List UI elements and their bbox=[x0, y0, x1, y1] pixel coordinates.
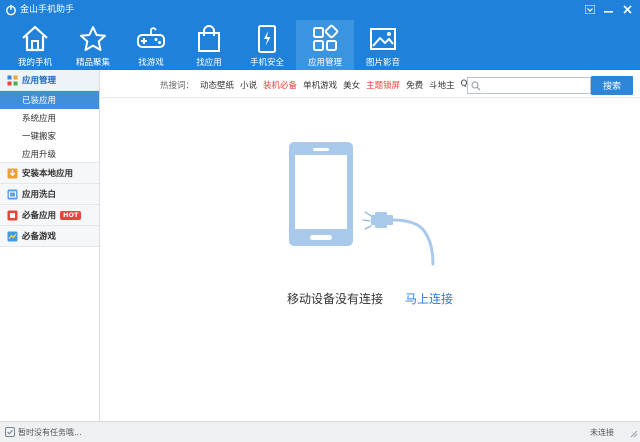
hot-word-link[interactable]: 斗地主 bbox=[429, 79, 455, 91]
tab-label: 手机安全 bbox=[249, 58, 284, 68]
sidebar-item-label: 已装应用 bbox=[22, 96, 57, 106]
search-bar: 热搜词： 动态壁纸 小说 装机必备 单机游戏 美女 主题锁屏 免费 斗地主 QQ… bbox=[100, 70, 640, 98]
app-logo-icon bbox=[6, 4, 16, 16]
hot-word-link[interactable]: 单机游戏 bbox=[303, 79, 337, 91]
tab-label: 我的手机 bbox=[17, 58, 52, 68]
sidebar-item-one-key-move[interactable]: 一键搬家 bbox=[0, 127, 99, 145]
main-toolbar: 我的手机 精品聚集 找游戏 找应用 手机安全 应用管理 图片影音 bbox=[6, 20, 412, 70]
minimize-icon bbox=[604, 10, 613, 13]
title-bar[interactable]: 金山手机助手 bbox=[0, 0, 640, 20]
gamepad-icon bbox=[137, 27, 165, 48]
hot-words-label: 热搜词： bbox=[160, 81, 195, 91]
hot-word-link[interactable]: 主题锁屏 bbox=[366, 79, 400, 91]
sidebar-group-label: 应用洗白 bbox=[22, 190, 57, 200]
close-button[interactable] bbox=[619, 2, 636, 16]
sidebar-item-label: 应用升级 bbox=[22, 149, 57, 160]
sidebar-group-label: 安装本地应用 bbox=[22, 169, 74, 179]
star-icon bbox=[80, 26, 106, 51]
resize-grip-icon[interactable] bbox=[628, 428, 638, 438]
sidebar: 应用管理 已装应用 系统应用 一键搬家 应用升级 安装本地应用 应用洗白 必备应… bbox=[0, 70, 100, 421]
main-content: 移动设备没有连接 马上连接 bbox=[101, 98, 640, 421]
sidebar-item-installed-apps[interactable]: 已装应用 bbox=[0, 91, 99, 109]
search-input[interactable] bbox=[484, 78, 584, 93]
sidebar-group-label: 应用管理 bbox=[22, 76, 57, 86]
apps-icon bbox=[7, 75, 18, 86]
sidebar-group-app-management[interactable]: 应用管理 bbox=[0, 70, 99, 91]
window-controls bbox=[581, 2, 636, 16]
menu-icon bbox=[584, 4, 595, 14]
tab-picture-media[interactable]: 图片影音 bbox=[354, 20, 412, 70]
search-box[interactable] bbox=[467, 77, 591, 94]
sidebar-group-label: 必备游戏 bbox=[22, 232, 57, 242]
app-title: 金山手机助手 bbox=[20, 5, 75, 15]
tab-label: 精品聚集 bbox=[75, 58, 110, 68]
phone-disconnected-illustration bbox=[289, 142, 435, 266]
sidebar-group-must-apps[interactable]: 必备应用 HOT bbox=[0, 205, 99, 226]
must-apps-icon bbox=[7, 210, 18, 221]
tab-phone-security[interactable]: 手机安全 bbox=[238, 20, 296, 70]
menu-button[interactable] bbox=[581, 2, 598, 16]
hot-word-link[interactable]: 小说 bbox=[240, 79, 257, 91]
tab-label: 图片影音 bbox=[365, 58, 400, 68]
tab-app-management[interactable]: 应用管理 bbox=[296, 20, 354, 70]
apps-grid-icon bbox=[313, 24, 339, 51]
sidebar-group-label: 必备应用 bbox=[22, 211, 57, 221]
top-band: 金山手机助手 我的手机 精品聚集 找游戏 找应用 手机安全 应用管理 图片影音 bbox=[0, 0, 640, 70]
close-icon bbox=[623, 4, 632, 14]
connection-status: 未连接 bbox=[590, 428, 614, 437]
bag-icon bbox=[198, 25, 220, 52]
task-icon bbox=[5, 427, 15, 437]
phone-shield-icon bbox=[258, 25, 276, 53]
hot-words: 热搜词： 动态壁纸 小说 装机必备 单机游戏 美女 主题锁屏 免费 斗地主 QQ bbox=[160, 79, 474, 91]
empty-state-message: 移动设备没有连接 bbox=[287, 292, 384, 306]
sidebar-group-install-local[interactable]: 安装本地应用 bbox=[0, 163, 99, 184]
sidebar-item-app-upgrade[interactable]: 应用升级 bbox=[0, 145, 99, 163]
tab-featured[interactable]: 精品聚集 bbox=[64, 20, 122, 70]
sidebar-item-system-apps[interactable]: 系统应用 bbox=[0, 109, 99, 127]
home-icon bbox=[22, 25, 48, 52]
tab-label: 应用管理 bbox=[307, 58, 342, 68]
must-games-icon bbox=[7, 231, 18, 242]
tab-find-games[interactable]: 找游戏 bbox=[122, 20, 180, 70]
tab-find-apps[interactable]: 找应用 bbox=[180, 20, 238, 70]
connect-now-link[interactable]: 马上连接 bbox=[405, 290, 453, 307]
search-icon bbox=[471, 80, 481, 90]
picture-icon bbox=[370, 28, 396, 50]
install-icon bbox=[7, 168, 18, 179]
wash-icon bbox=[7, 189, 18, 200]
hot-word-link[interactable]: 免费 bbox=[406, 79, 423, 91]
minimize-button[interactable] bbox=[600, 2, 617, 16]
hot-word-link[interactable]: 美女 bbox=[343, 79, 360, 91]
tab-label: 找游戏 bbox=[138, 58, 164, 68]
status-bar: 暂时没有任务哦... 未连接 bbox=[0, 421, 640, 442]
sidebar-item-label: 一键搬家 bbox=[22, 132, 57, 142]
tab-my-phone[interactable]: 我的手机 bbox=[6, 20, 64, 70]
tab-label: 找应用 bbox=[196, 58, 222, 68]
search-button[interactable]: 搜索 bbox=[591, 76, 633, 95]
sidebar-group-must-games[interactable]: 必备游戏 bbox=[0, 226, 99, 247]
sidebar-group-app-wash[interactable]: 应用洗白 bbox=[0, 184, 99, 205]
status-task-text: 暂时没有任务哦... bbox=[18, 428, 82, 437]
sidebar-item-label: 系统应用 bbox=[22, 114, 57, 124]
hot-word-link[interactable]: 动态壁纸 bbox=[200, 79, 234, 91]
hot-badge: HOT bbox=[60, 210, 82, 220]
hot-word-link[interactable]: 装机必备 bbox=[263, 79, 297, 91]
